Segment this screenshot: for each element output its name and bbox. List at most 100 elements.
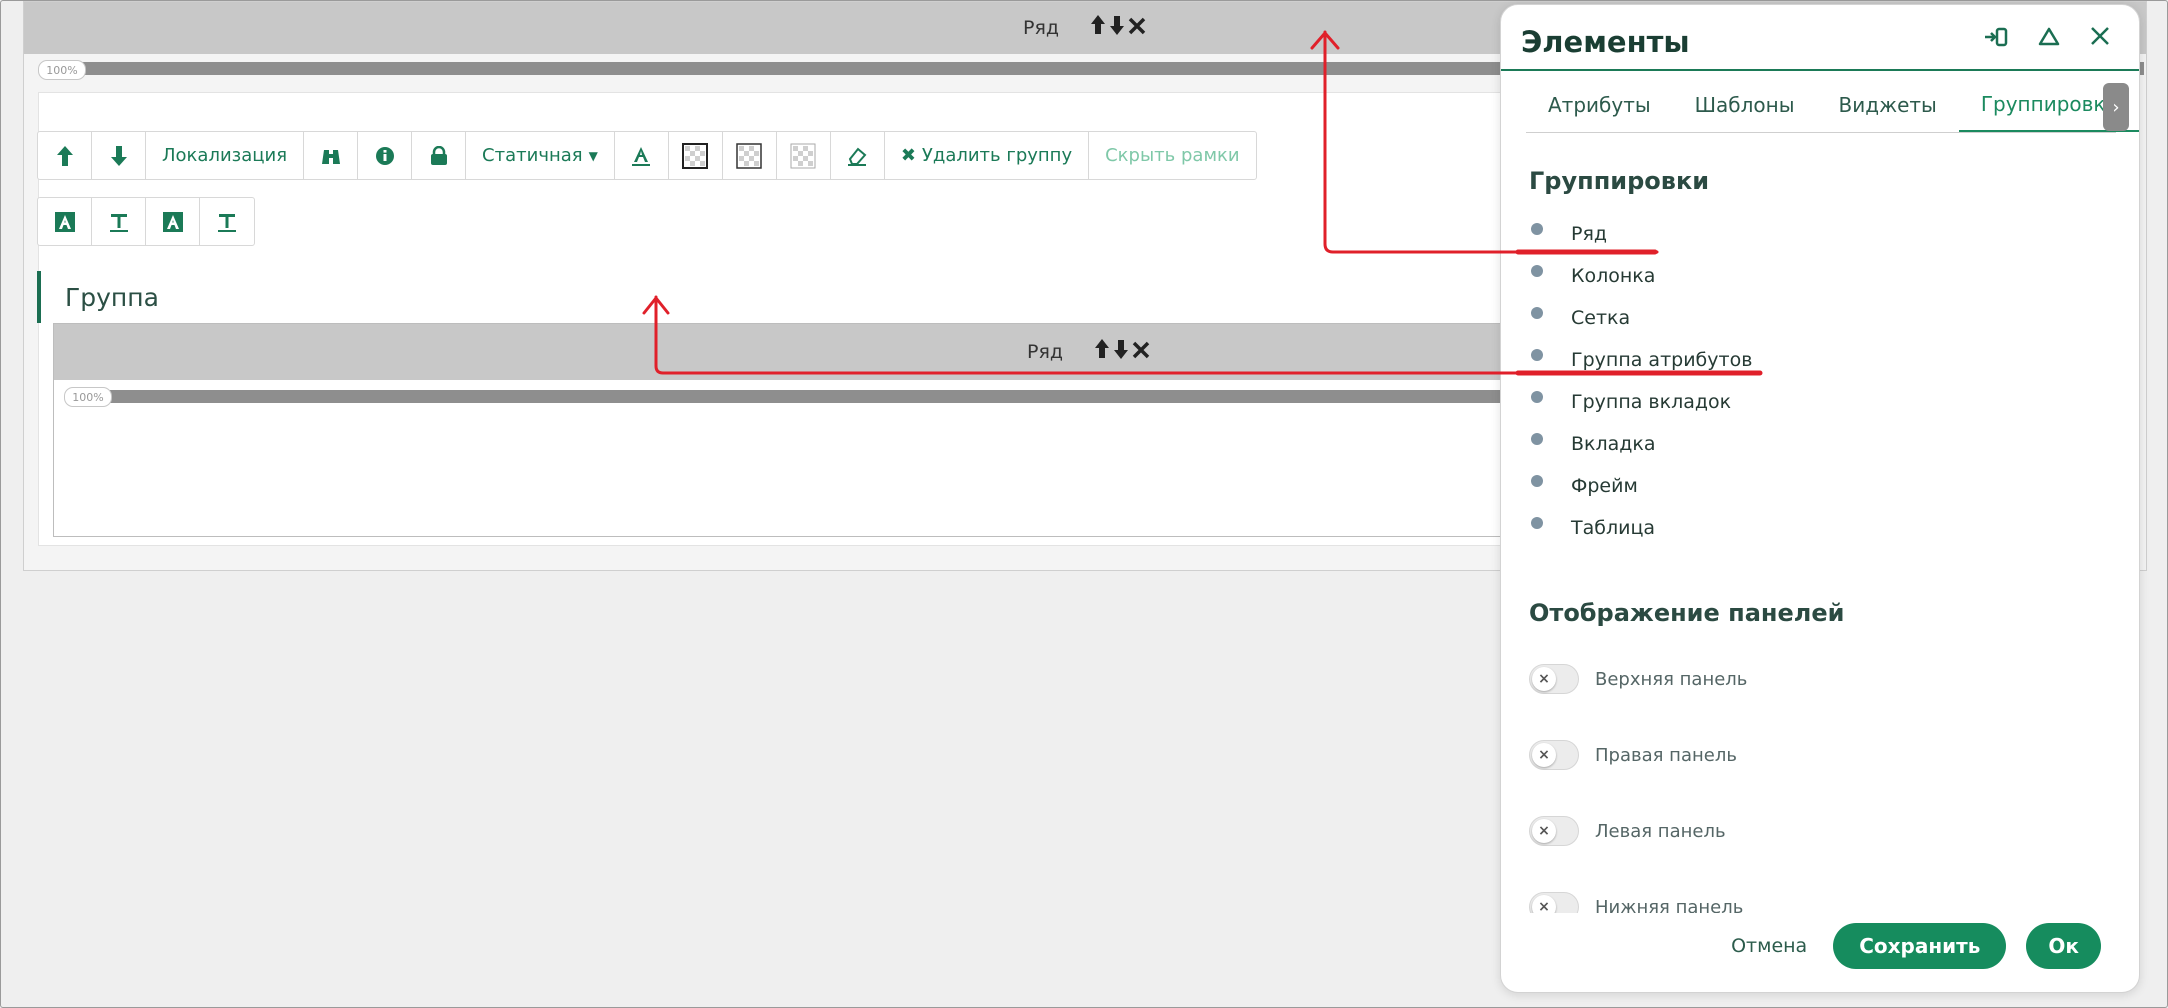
inner-width-percent[interactable]: 100% xyxy=(64,387,112,407)
bullet-icon xyxy=(1531,433,1543,445)
grouping-item-row[interactable]: Ряд xyxy=(1529,213,1752,255)
toggle-left-panel[interactable]: × Левая панель xyxy=(1529,793,2089,869)
background-button[interactable] xyxy=(723,132,777,179)
toggle-bottom-panel[interactable]: × Нижняя панель xyxy=(1529,869,2089,913)
grouping-item-column[interactable]: Колонка xyxy=(1529,255,1752,297)
cancel-button[interactable]: Отмена xyxy=(1725,935,1813,957)
inner-row-label: Ряд xyxy=(1026,341,1064,363)
lock-icon xyxy=(430,145,447,165)
transparent-no-border-icon xyxy=(790,143,816,168)
move-down-button[interactable] xyxy=(92,132,146,179)
toggle-top-panel[interactable]: × Верхняя панель xyxy=(1529,641,2089,717)
panel-header: Элементы xyxy=(1501,5,2139,71)
toggle-switch[interactable]: × xyxy=(1529,664,1579,694)
panels-heading: Отображение панелей xyxy=(1529,599,1845,627)
toggle-switch[interactable]: × xyxy=(1529,816,1579,846)
transparent-border-icon xyxy=(682,142,709,169)
transparent-background-icon xyxy=(736,142,763,169)
collapse-icon[interactable] xyxy=(2037,25,2061,53)
bullet-icon xyxy=(1531,391,1543,403)
off-icon: × xyxy=(1532,667,1556,691)
position-dropdown-label: Статичная xyxy=(482,145,583,166)
find-button[interactable] xyxy=(304,132,359,179)
arrow-down-icon xyxy=(110,145,127,166)
info-button[interactable] xyxy=(358,132,413,179)
tab-widgets[interactable]: Виджеты xyxy=(1817,77,1959,132)
group-title: Группа xyxy=(37,271,159,323)
label-underline-button[interactable] xyxy=(200,198,254,245)
bullet-icon xyxy=(1531,223,1543,235)
tabs-scroll-right-button[interactable]: › xyxy=(2103,83,2129,131)
toggle-right-panel[interactable]: × Правая панель xyxy=(1529,717,2089,793)
grouping-item-attribute-group[interactable]: Группа атрибутов xyxy=(1529,339,1752,381)
grouping-label: Колонка xyxy=(1571,265,1656,287)
border-none-button[interactable] xyxy=(777,132,831,179)
move-up-down-remove-icon xyxy=(1095,339,1150,359)
bullet-icon xyxy=(1531,265,1543,277)
toggle-label: Верхняя панель xyxy=(1595,668,1748,690)
panel-header-actions xyxy=(1983,25,2111,53)
panel-tabs: Атрибуты Шаблоны Виджеты Группировки xyxy=(1526,77,2139,133)
toggle-label: Нижняя панель xyxy=(1595,896,1744,914)
localization-button[interactable]: Локализация xyxy=(146,132,305,179)
width-percent[interactable]: 100% xyxy=(38,60,86,80)
off-icon: × xyxy=(1532,819,1556,843)
position-dropdown[interactable]: Статичная ▼ xyxy=(466,132,615,179)
toggle-switch[interactable]: × xyxy=(1529,892,1579,913)
grouping-item-tab-group[interactable]: Группа вкладок xyxy=(1529,381,1752,423)
elements-panel: Элементы Атрибуты Шаблоны Виджеты Группи… xyxy=(1500,4,2140,993)
toggle-label: Правая панель xyxy=(1595,744,1737,766)
delete-group-label: Удалить группу xyxy=(921,145,1073,166)
grouping-item-grid[interactable]: Сетка xyxy=(1529,297,1752,339)
panel-title: Элементы xyxy=(1521,25,1690,59)
lock-button[interactable] xyxy=(412,132,467,179)
text-style-toolbar xyxy=(37,197,255,246)
tab-attributes[interactable]: Атрибуты xyxy=(1526,77,1673,132)
binoculars-icon xyxy=(321,149,340,164)
row-label: Ряд xyxy=(1022,17,1060,39)
tab-templates[interactable]: Шаблоны xyxy=(1673,77,1817,132)
groupings-list: Ряд Колонка Сетка Группа атрибутов Групп… xyxy=(1529,213,1752,549)
inner-row-controls[interactable] xyxy=(1093,337,1151,367)
grouping-label: Группа вкладок xyxy=(1571,391,1732,413)
border-all-button[interactable] xyxy=(669,132,723,179)
label-background-icon xyxy=(162,211,183,232)
eraser-icon xyxy=(848,147,867,166)
bullet-icon xyxy=(1531,349,1543,361)
dock-icon[interactable] xyxy=(1983,25,2009,53)
text-color-icon xyxy=(632,146,651,166)
grouping-label: Вкладка xyxy=(1571,433,1656,455)
caret-down-icon: ▼ xyxy=(588,148,598,163)
label-bg-button[interactable] xyxy=(146,198,200,245)
move-up-down-remove-icon xyxy=(1091,15,1146,35)
heading-bg-button[interactable] xyxy=(38,198,92,245)
grouping-item-tab[interactable]: Вкладка xyxy=(1529,423,1752,465)
ok-button[interactable]: Ок xyxy=(2026,923,2101,969)
label-underline-icon xyxy=(218,213,236,232)
close-icon[interactable] xyxy=(2089,25,2111,53)
off-icon: × xyxy=(1532,895,1556,913)
delete-group-button[interactable]: ✖ Удалить группу xyxy=(885,132,1090,179)
row-controls[interactable] xyxy=(1089,13,1147,43)
save-button[interactable]: Сохранить xyxy=(1833,923,2007,969)
grouping-label: Сетка xyxy=(1571,307,1631,329)
bullet-icon xyxy=(1531,517,1543,529)
text-background-icon xyxy=(54,211,75,232)
grouping-label: Фрейм xyxy=(1571,475,1638,497)
toggle-switch[interactable]: × xyxy=(1529,740,1579,770)
toggle-label: Левая панель xyxy=(1595,820,1726,842)
hide-frames-button[interactable]: Скрыть рамки xyxy=(1089,132,1256,179)
group-toolbar: Локализация Статичная ▼ ✖ Удалить группу… xyxy=(37,131,1257,180)
bullet-icon xyxy=(1531,475,1543,487)
grouping-item-frame[interactable]: Фрейм xyxy=(1529,465,1752,507)
clear-format-button[interactable] xyxy=(831,132,885,179)
arrow-up-icon xyxy=(56,145,73,166)
text-underline-button[interactable] xyxy=(92,198,146,245)
text-color-button[interactable] xyxy=(615,132,669,179)
grouping-label: Группа атрибутов xyxy=(1571,349,1753,371)
groupings-heading: Группировки xyxy=(1529,167,1710,195)
info-icon xyxy=(375,146,394,165)
move-up-button[interactable] xyxy=(38,132,92,179)
grouping-item-table[interactable]: Таблица xyxy=(1529,507,1752,549)
bullet-icon xyxy=(1531,307,1543,319)
